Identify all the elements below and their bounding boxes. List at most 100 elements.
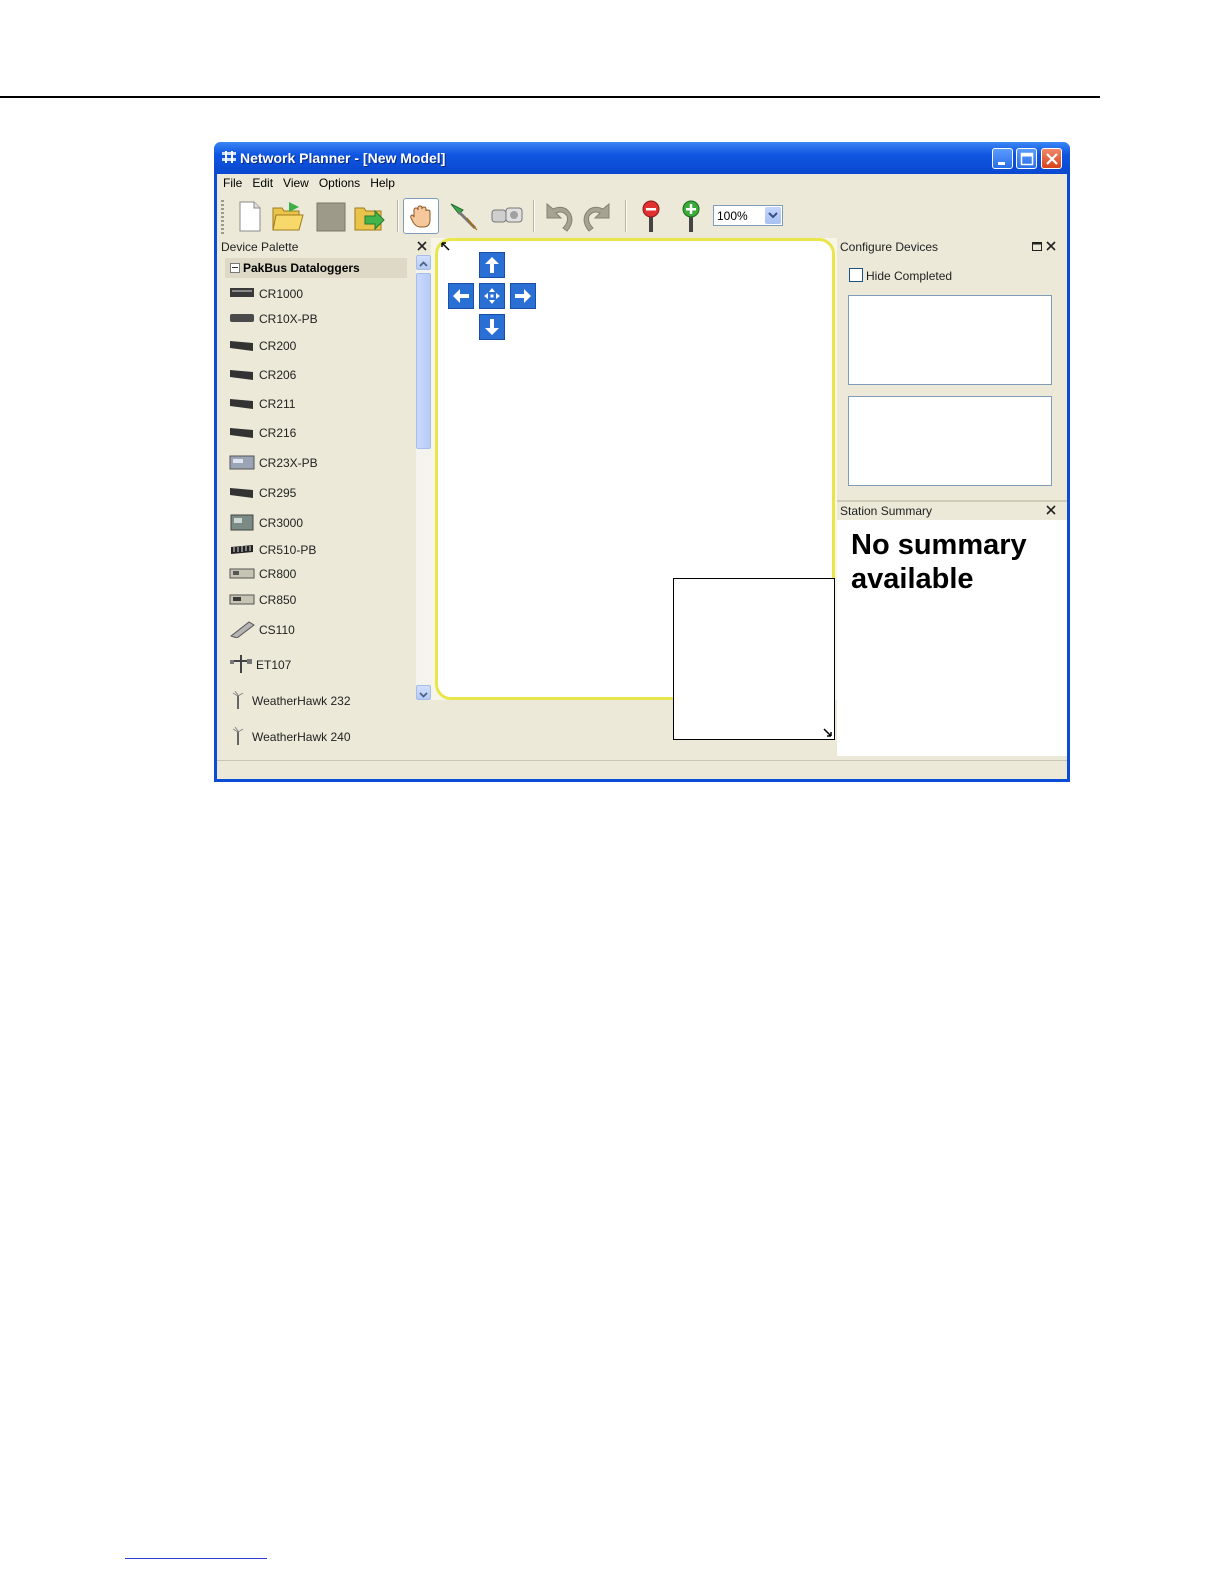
center-arrows-icon: [484, 288, 500, 304]
overview-minimap[interactable]: [673, 578, 835, 740]
close-window-button[interactable]: [1041, 148, 1062, 169]
device-list: PakBus Dataloggers CR1000 CR10X-PB CR200…: [217, 255, 414, 745]
device-cr510-pb[interactable]: CR510-PB: [229, 538, 409, 562]
menu-bar: File Edit View Options Help: [217, 174, 1067, 194]
group-pakbus-dataloggers[interactable]: PakBus Dataloggers: [225, 258, 407, 278]
hide-completed-label: Hide Completed: [866, 269, 953, 283]
station-summary-body: No summary available: [837, 520, 1067, 756]
checkbox-box[interactable]: [849, 268, 863, 282]
pan-tool-button[interactable]: [403, 198, 439, 234]
maximize-icon: [1020, 152, 1034, 166]
arrow-right-icon: [515, 289, 531, 303]
menu-help[interactable]: Help: [365, 174, 400, 190]
resize-corner-icon[interactable]: [823, 728, 833, 738]
zoom-value: 100%: [717, 209, 748, 223]
redo-icon: [583, 202, 610, 232]
network-planner-window: Network Planner - [New Model] File Edit Vi…: [214, 142, 1070, 782]
restore-panel-icon[interactable]: [1030, 239, 1044, 253]
title-bar[interactable]: Network Planner - [New Model]: [214, 142, 1070, 174]
hide-completed-checkbox[interactable]: Hide Completed: [849, 268, 952, 283]
connect-button[interactable]: [445, 198, 481, 234]
device-cr211[interactable]: CR211: [229, 392, 409, 416]
device-cr216[interactable]: CR216: [229, 421, 409, 445]
datalogger-icon: [230, 428, 253, 438]
station-summary-panel: Station Summary No summary available: [837, 500, 1067, 772]
datalogger-icon: [229, 455, 255, 470]
toolbar: 100%: [217, 194, 1067, 238]
stop-button[interactable]: [313, 198, 349, 234]
close-icon[interactable]: [1044, 239, 1058, 253]
close-icon[interactable]: [1044, 503, 1058, 517]
pan-up-button[interactable]: [479, 252, 505, 278]
export-icon: [354, 207, 385, 231]
device-cr3000[interactable]: CR3000: [229, 511, 409, 535]
chevron-up-icon: [419, 261, 428, 267]
station-summary-title: Station Summary: [840, 504, 933, 518]
page-header-rule: [0, 96, 1100, 98]
zoom-in-button[interactable]: [673, 198, 709, 234]
zoom-out-button[interactable]: [633, 198, 669, 234]
zoom-in-icon: [682, 200, 700, 232]
close-icon[interactable]: [415, 239, 429, 253]
device-cr295[interactable]: CR295: [229, 481, 409, 505]
network-app-icon: [222, 151, 236, 163]
datalogger-icon: [230, 314, 254, 322]
menu-edit[interactable]: Edit: [247, 174, 278, 190]
pan-right-button[interactable]: [510, 283, 536, 309]
device-cs110[interactable]: CS110: [229, 618, 409, 642]
redo-button[interactable]: [581, 198, 617, 234]
datalogger-icon: [230, 370, 253, 380]
toolbar-separator: [625, 200, 627, 232]
pan-down-button[interactable]: [479, 314, 505, 340]
minimize-button[interactable]: [992, 148, 1013, 169]
new-button[interactable]: [231, 198, 267, 234]
export-button[interactable]: [351, 198, 387, 234]
group-label: PakBus Dataloggers: [243, 261, 360, 275]
undo-button[interactable]: [539, 198, 575, 234]
scroll-down-button[interactable]: [416, 685, 431, 700]
toolbar-separator: [397, 200, 399, 232]
arrow-up-icon: [485, 257, 499, 273]
center-view-button[interactable]: [479, 283, 505, 309]
device-et107[interactable]: ET107: [229, 653, 409, 677]
scroll-thumb[interactable]: [416, 273, 431, 449]
chevron-down-icon[interactable]: [765, 207, 781, 224]
undo-icon: [546, 202, 573, 232]
device-config-list[interactable]: [848, 295, 1052, 385]
device-cr10x-pb[interactable]: CR10X-PB: [229, 307, 409, 331]
network-canvas-area: [431, 238, 837, 740]
close-icon: [1046, 153, 1058, 165]
menu-options[interactable]: Options: [314, 174, 365, 190]
datalogger-icon: [229, 568, 255, 579]
toolbar-grip[interactable]: [221, 200, 224, 234]
summary-message: No summary available: [851, 529, 1027, 595]
open-button[interactable]: [269, 198, 305, 234]
scroll-up-button[interactable]: [416, 255, 431, 270]
maximize-button[interactable]: [1016, 148, 1037, 169]
datalogger-icon: [229, 594, 255, 605]
device-cr200[interactable]: CR200: [229, 334, 409, 358]
find-button[interactable]: [489, 198, 525, 234]
device-cr800[interactable]: CR800: [229, 562, 409, 586]
datalogger-icon: [230, 514, 254, 531]
device-cr206[interactable]: CR206: [229, 363, 409, 387]
datalogger-icon: [230, 288, 254, 297]
collapse-icon[interactable]: [230, 263, 240, 273]
device-weatherhawk-240[interactable]: WeatherHawk 240: [229, 725, 409, 749]
device-cr850[interactable]: CR850: [229, 588, 409, 612]
zoom-dropdown[interactable]: 100%: [713, 205, 783, 226]
sensor-probe-icon: [229, 621, 255, 638]
window-title: Network Planner - [New Model]: [240, 150, 446, 166]
pan-left-button[interactable]: [448, 283, 474, 309]
palette-scrollbar[interactable]: [416, 255, 431, 700]
device-weatherhawk-232[interactable]: WeatherHawk 232: [229, 689, 409, 713]
configure-devices-title: Configure Devices: [840, 240, 939, 254]
device-cr23x-pb[interactable]: CR23X-PB: [229, 451, 409, 475]
menu-view[interactable]: View: [278, 174, 314, 190]
device-cr1000[interactable]: CR1000: [229, 282, 409, 306]
hand-pan-icon: [410, 205, 431, 228]
resize-corner-icon[interactable]: [441, 242, 451, 252]
device-config-details[interactable]: [848, 396, 1052, 486]
menu-file[interactable]: File: [217, 174, 247, 190]
datalogger-icon: [230, 341, 253, 351]
